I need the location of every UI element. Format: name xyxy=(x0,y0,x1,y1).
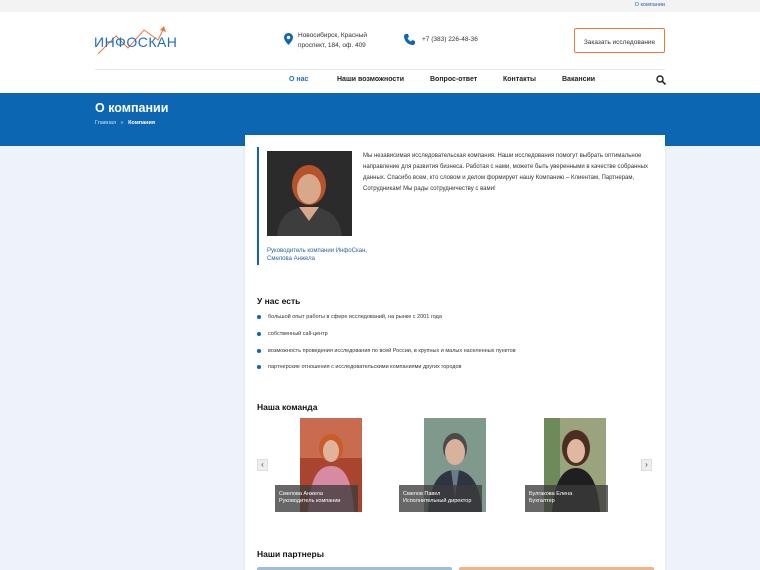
top-utility-bar: О компании xyxy=(0,0,760,12)
member-role: Руководитель компании xyxy=(279,498,341,504)
team-title: Наша команда xyxy=(257,402,318,412)
team-member-card: Смелова Анжела Руководитель компании xyxy=(275,485,358,512)
nav-item-vacancies[interactable]: Вакансии xyxy=(562,76,595,83)
member-role: Бухгалтер xyxy=(529,498,555,504)
member-name: Булгакова Елена xyxy=(529,491,573,497)
nav-item-about[interactable]: О нас xyxy=(289,76,308,83)
nav-item-capabilities[interactable]: Наши возможности xyxy=(337,76,404,83)
breadcrumb-current: Компания xyxy=(128,120,156,126)
search-icon[interactable] xyxy=(656,75,666,85)
team-prev-arrow[interactable]: ‹ xyxy=(257,459,268,471)
partners-title: Наши партнеры xyxy=(257,549,324,559)
breadcrumb: Главная » Компания xyxy=(95,120,155,126)
feature-item: партнерские отношения с исследовательски… xyxy=(257,364,461,370)
address-block: Новосибирск, Красный проспект, 184, оф. … xyxy=(284,31,394,51)
address-text: Новосибирск, Красный проспект, 184, оф. … xyxy=(298,32,368,49)
header-divider xyxy=(95,69,665,70)
logo[interactable]: ИНФОСКАН xyxy=(94,24,177,60)
logo-text: ИНФОСКАН xyxy=(94,34,178,50)
member-name: Смелова Анжела xyxy=(279,491,323,497)
nav-item-faq[interactable]: Вопрос-ответ xyxy=(430,76,477,83)
feature-item: большой опыт работы в сфере исследований… xyxy=(257,314,442,320)
team-member-card: Смелов Павел Исполнительный директор xyxy=(399,485,482,512)
nav-item-contacts[interactable]: Контакты xyxy=(503,76,536,83)
phone-block[interactable]: +7 (383) 226-48-36 xyxy=(404,34,478,45)
page-title: О компании xyxy=(95,101,169,115)
team-member-card: Булгакова Елена Бухгалтер xyxy=(525,485,608,512)
phone-icon xyxy=(404,34,415,45)
about-link[interactable]: О компании xyxy=(635,2,665,8)
breadcrumb-home[interactable]: Главная xyxy=(95,120,116,126)
breadcrumb-separator: » xyxy=(120,120,124,126)
team-next-arrow[interactable]: › xyxy=(641,459,652,471)
features-title: У нас есть xyxy=(257,296,301,306)
feature-item: возможность проведения исследования по в… xyxy=(257,348,516,354)
feature-item: собственный call-центр xyxy=(257,331,328,337)
director-caption: Руководитель компании ИнфоСкан, Смелова … xyxy=(267,248,368,262)
content-card: Руководитель компании ИнфоСкан, Смелова … xyxy=(245,135,665,570)
director-portrait-image xyxy=(267,151,352,236)
quote-accent-bar xyxy=(257,147,259,265)
phone-text: +7 (383) 226-48-36 xyxy=(422,36,478,43)
location-pin-icon xyxy=(284,33,293,45)
director-photo xyxy=(267,151,352,236)
member-name: Смелов Павел xyxy=(403,491,441,497)
intro-text: Мы независимая исследовательская компани… xyxy=(363,153,649,192)
site-header: ИНФОСКАН Новосибирск, Красный проспект, … xyxy=(0,12,760,93)
order-research-button[interactable]: Заказать исследование xyxy=(574,28,665,53)
member-role: Исполнительный директор xyxy=(403,498,472,504)
